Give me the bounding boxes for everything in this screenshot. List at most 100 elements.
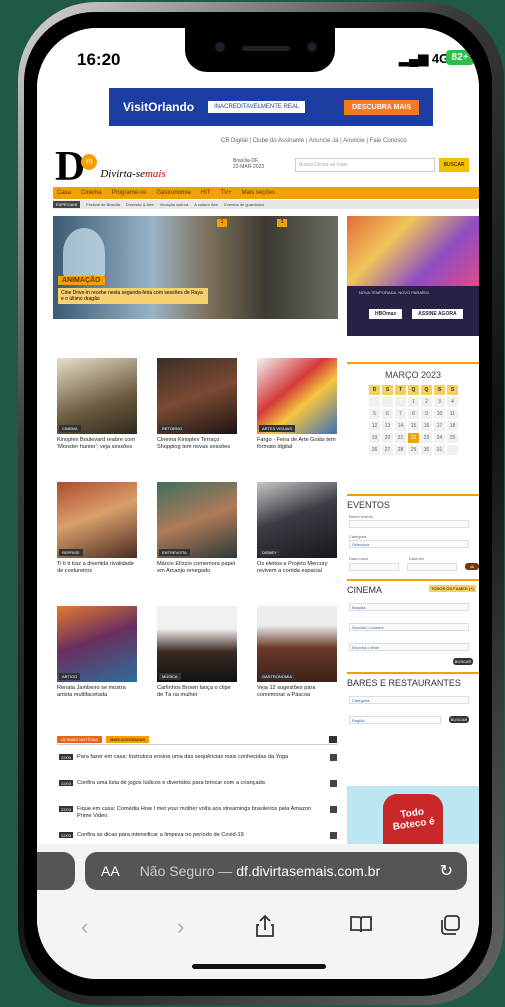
ad-cta-button[interactable]: DESCUBRA MAIS bbox=[344, 99, 419, 115]
back-icon[interactable]: ‹ bbox=[81, 914, 88, 940]
nav-item[interactable]: TV+ bbox=[220, 190, 231, 196]
calendar-day[interactable]: 11 bbox=[447, 409, 458, 419]
nav-item[interactable]: Casa bbox=[57, 190, 71, 196]
calendar-day[interactable]: 1 bbox=[408, 397, 419, 407]
calendar-day[interactable]: 21 bbox=[395, 433, 406, 443]
nav-item[interactable]: HIT bbox=[201, 190, 211, 196]
news-item[interactable]: 22/03 Para fazer em casa: Instrutora ensi… bbox=[59, 754, 337, 761]
calendar-day[interactable]: 3 bbox=[434, 397, 445, 407]
boteco-ad[interactable]: Todo Boteco é bbox=[347, 786, 479, 844]
share-icon[interactable] bbox=[255, 914, 275, 944]
tab-latest[interactable]: ÚLTIMAS NOTÍCIAS bbox=[57, 736, 103, 743]
calendar-day[interactable]: 29 bbox=[408, 445, 419, 455]
bar-category-select[interactable]: Categoria bbox=[349, 696, 469, 704]
card-caption[interactable]: Veja 12 sugestões para comemorar a Pásco… bbox=[257, 685, 337, 699]
home-indicator[interactable] bbox=[192, 964, 326, 969]
cinema-select[interactable]: Escolha o cinema bbox=[349, 623, 469, 631]
webpage[interactable]: VisitOrlando INACREDITAVELMENTE REAL DES… bbox=[37, 82, 479, 844]
card-caption[interactable]: Fargo - Feira de Arte Goiás tem formato … bbox=[257, 437, 337, 451]
calendar-day[interactable]: 24 bbox=[434, 433, 445, 443]
calendar-day[interactable]: 31 bbox=[434, 445, 445, 455]
ad-button[interactable]: ASSINE AGORA bbox=[412, 308, 463, 319]
news-item[interactable]: 22/03 Fique em casa: Comédia How I met yo… bbox=[59, 806, 337, 820]
cinema-search-button[interactable]: BUSCAR bbox=[453, 658, 473, 665]
hero-feature[interactable]: 1 3 ANIMAÇÃO Cine Drive-in recebe nesta … bbox=[53, 216, 338, 319]
subnav-item[interactable]: Diversão & Arte bbox=[126, 202, 154, 207]
hero-number[interactable]: 1 bbox=[217, 219, 227, 227]
top-links[interactable]: CB Digital | Clube do Assinante | Anunci… bbox=[221, 138, 407, 144]
url-text[interactable]: Não Seguro — df.divirtasemais.com.br bbox=[140, 863, 380, 879]
calendar-day[interactable]: 5 bbox=[369, 409, 380, 419]
reload-icon[interactable]: ↻ bbox=[440, 861, 453, 881]
top-banner-ad[interactable]: VisitOrlando INACREDITAVELMENTE REAL DES… bbox=[109, 88, 433, 126]
article-card[interactable]: DISNEY Os eleitos e Projeto Mercury revi… bbox=[257, 482, 337, 575]
city-select[interactable]: Brasília bbox=[349, 603, 469, 611]
article-card[interactable]: REPRISE Ti ti ti traz a divertida rivali… bbox=[57, 482, 137, 575]
subnav-item[interactable]: ESPECIAIS bbox=[53, 201, 81, 208]
site-logo[interactable]: D m Divirta-semais bbox=[55, 146, 166, 188]
calendar-day[interactable]: 17 bbox=[434, 421, 445, 431]
bookmarks-icon[interactable] bbox=[349, 914, 373, 940]
article-card[interactable]: ARTES VISUAIS Fargo - Feira de Arte Goiá… bbox=[257, 358, 337, 451]
subnav-item[interactable]: Vocação cultura bbox=[160, 202, 188, 207]
card-caption[interactable]: Os eleitos e Projeto Mercury revivem a c… bbox=[257, 561, 337, 575]
event-go-button[interactable]: ok bbox=[465, 563, 479, 570]
calendar-day[interactable]: 30 bbox=[421, 445, 432, 455]
calendar-day[interactable]: 16 bbox=[421, 421, 432, 431]
bares-search-button[interactable]: BUSCAR bbox=[449, 716, 469, 723]
subnav-item[interactable]: Festival de Brasília bbox=[86, 202, 120, 207]
article-card[interactable]: ENTREVISTA Márcio Elízzio comemora papel… bbox=[157, 482, 237, 575]
calendar-day[interactable]: 23 bbox=[421, 433, 432, 443]
calendar-day[interactable]: 8 bbox=[408, 409, 419, 419]
card-caption[interactable]: Ti ti ti traz a divertida rivalidade de … bbox=[57, 561, 137, 575]
article-card[interactable]: CINEMA Kinoplex Boulevard reabre com 'Mo… bbox=[57, 358, 137, 451]
subnav-item[interactable]: Eventos de guardados bbox=[224, 202, 264, 207]
start-date-input[interactable] bbox=[349, 563, 399, 571]
card-caption[interactable]: Kinoplex Boulevard reabre com 'Monster h… bbox=[57, 437, 137, 451]
calendar-day[interactable]: 28 bbox=[395, 445, 406, 455]
calendar-day[interactable]: 2 bbox=[421, 397, 432, 407]
search-input[interactable]: Busca Divirta-se mais bbox=[295, 158, 435, 172]
calendar-day[interactable]: 7 bbox=[395, 409, 406, 419]
article-card[interactable]: MÚSICA Carlinhos Brown lança o clipe de … bbox=[157, 606, 237, 699]
search-button[interactable]: BUSCAR bbox=[439, 158, 469, 172]
calendar-day[interactable]: 20 bbox=[382, 433, 393, 443]
card-caption[interactable]: Renata Jambeiro se mostra artista multif… bbox=[57, 685, 137, 699]
news-item[interactable]: 22/03 Confira as dicas para intensificar … bbox=[59, 832, 337, 839]
film-select[interactable]: Escolha o filme bbox=[349, 643, 469, 651]
calendar-day[interactable]: 15 bbox=[408, 421, 419, 431]
news-item[interactable]: 22/03 Confira uma lista de jogos lúdicos … bbox=[59, 780, 337, 787]
nav-item[interactable]: Cinema bbox=[81, 190, 102, 196]
address-bar[interactable]: AA Não Seguro — df.divirtasemais.com.br … bbox=[85, 852, 467, 890]
calendar-day[interactable]: 19 bbox=[369, 433, 380, 443]
all-films-link[interactable]: TODOS OS FILMES (+) bbox=[429, 585, 476, 592]
calendar-day[interactable]: 13 bbox=[382, 421, 393, 431]
hbomax-ad[interactable]: NOVA TEMPORADA. NOVO PARAÍSO. HBOmax ASSI… bbox=[347, 216, 479, 336]
tabs-icon[interactable] bbox=[439, 914, 461, 942]
article-card[interactable]: RETORNO Cinema Kinoplex Terraço Shopping… bbox=[157, 358, 237, 451]
card-caption[interactable]: Carlinhos Brown lança o clipe de Tá na m… bbox=[157, 685, 237, 699]
reader-aa-button[interactable]: AA bbox=[101, 863, 120, 879]
calendar-day[interactable]: 12 bbox=[369, 421, 380, 431]
nav-item[interactable]: Mais seções bbox=[242, 190, 275, 196]
calendar-day[interactable]: 27 bbox=[382, 445, 393, 455]
article-card[interactable]: GASTRONOMIA Veja 12 sugestões para comem… bbox=[257, 606, 337, 699]
hero-number[interactable]: 3 bbox=[277, 219, 287, 227]
calendar-day[interactable]: 10 bbox=[434, 409, 445, 419]
forward-icon[interactable]: › bbox=[177, 914, 184, 940]
calendar-day[interactable]: 22 bbox=[408, 433, 419, 443]
previous-tab-pill[interactable] bbox=[37, 852, 75, 890]
article-card[interactable]: ARTIGO Renata Jambeiro se mostra artista… bbox=[57, 606, 137, 699]
category-select[interactable]: Selecione bbox=[349, 540, 469, 548]
card-caption[interactable]: Márcio Elízzio comemora papel em Arcanjo… bbox=[157, 561, 237, 575]
end-date-input[interactable] bbox=[407, 563, 457, 571]
nav-item[interactable]: Gastronomia bbox=[156, 190, 190, 196]
tab-most-read[interactable]: MAIS ACESSADAS bbox=[106, 736, 150, 743]
nav-item[interactable]: Programe-se bbox=[112, 190, 147, 196]
hero-caption[interactable]: Cine Drive-in recebe nesta segunda-feira… bbox=[58, 288, 208, 304]
event-name-input[interactable] bbox=[349, 520, 469, 528]
calendar-day[interactable]: 6 bbox=[382, 409, 393, 419]
rss-icon[interactable] bbox=[329, 736, 337, 743]
card-caption[interactable]: Cinema Kinoplex Terraço Shopping tem nov… bbox=[157, 437, 237, 451]
calendar-day[interactable]: 9 bbox=[421, 409, 432, 419]
